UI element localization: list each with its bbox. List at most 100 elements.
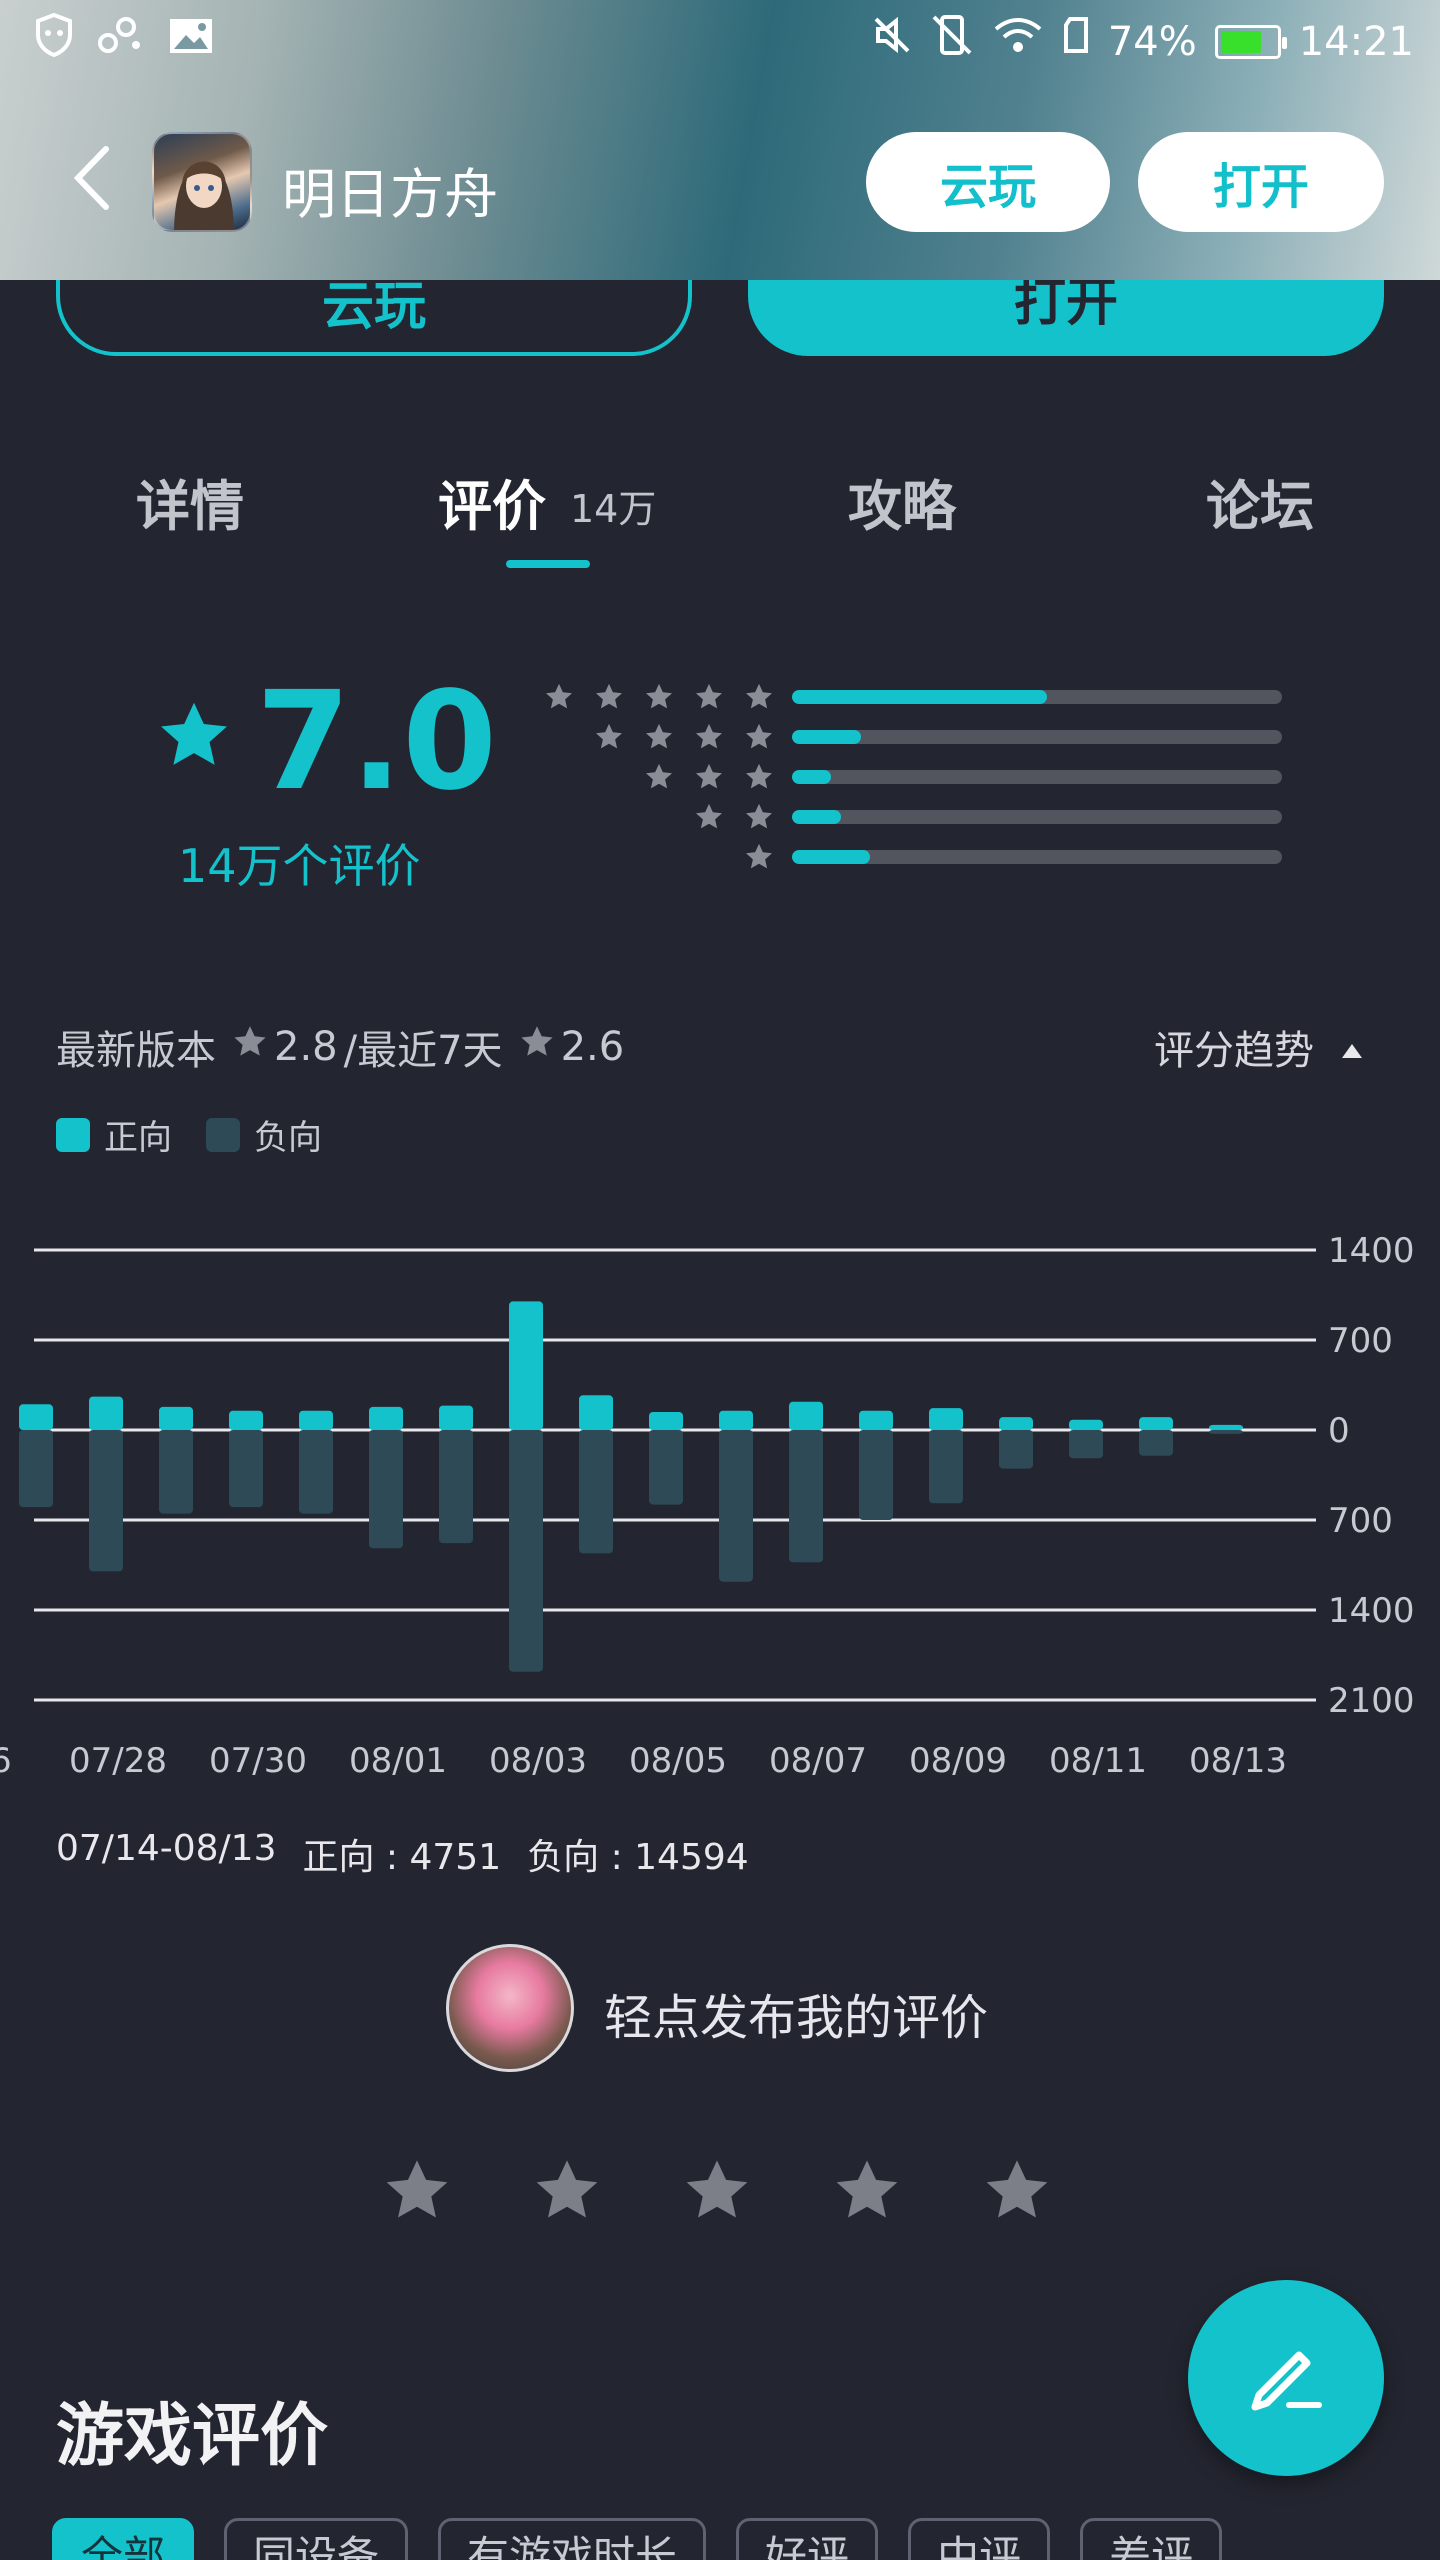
positive-bar <box>579 1395 613 1430</box>
rating-bar-track <box>792 850 1282 864</box>
latest-version-label: 最新版本 <box>56 1028 216 1074</box>
positive-bar <box>649 1412 683 1430</box>
negative-bar <box>229 1430 263 1508</box>
battery-icon <box>1214 25 1287 59</box>
rate-star-icon[interactable] <box>532 2156 602 2226</box>
positive-bar <box>369 1406 403 1430</box>
battery-percent: 74% <box>1107 19 1197 65</box>
section-title: 游戏评价 <box>56 2397 329 2476</box>
link-icon <box>96 14 146 70</box>
y-tick-label: 700 <box>1328 1501 1393 1541</box>
row-stars <box>644 762 774 792</box>
negative-bar <box>719 1430 753 1582</box>
filter-chip[interactable]: 好评 <box>736 2518 879 2560</box>
row-stars <box>744 842 774 872</box>
legend-positive-swatch <box>56 1117 90 1152</box>
summary-negative: 负向 : 14594 <box>527 1837 749 1878</box>
row-stars <box>594 722 774 752</box>
rating-count: 14万个评价 <box>178 839 421 893</box>
legend-negative-label: 负向 <box>254 1118 322 1158</box>
x-tick-label: 26 <box>0 1741 12 1780</box>
row-stars <box>544 682 774 712</box>
star-icon <box>696 803 722 829</box>
sim-icon <box>1062 14 1090 70</box>
filter-chip[interactable]: 差评 <box>1080 2518 1223 2560</box>
x-tick-label: 08/09 <box>909 1741 1007 1780</box>
avatar[interactable] <box>446 1944 574 2072</box>
star-icon <box>646 763 672 789</box>
write-review-button[interactable] <box>1188 2280 1384 2476</box>
tab-guides[interactable]: 攻略 <box>848 462 956 541</box>
positive-bar <box>859 1410 893 1430</box>
x-tick-label: 08/07 <box>769 1741 867 1780</box>
rating-bar-fill <box>792 850 871 864</box>
trend-toggle-button[interactable]: 评分趋势 <box>1154 1018 1364 1076</box>
rate-star-icon[interactable] <box>682 2156 752 2226</box>
filter-chip[interactable]: 有游戏时长 <box>438 2518 707 2560</box>
status-bar-right: 74% 14:21 <box>872 14 1414 70</box>
negative-bar <box>439 1430 473 1544</box>
negative-bar <box>299 1430 333 1514</box>
x-tick-label: 08/01 <box>349 1741 447 1780</box>
star-icon <box>646 723 672 749</box>
back-button[interactable] <box>70 140 130 220</box>
star-icon <box>646 683 672 709</box>
star-icon <box>546 683 572 709</box>
tab-reviews[interactable]: 评价 <box>438 462 546 541</box>
tab-forum[interactable]: 论坛 <box>1206 462 1314 541</box>
filter-chip[interactable]: 全部 <box>52 2518 195 2560</box>
filter-chip[interactable]: 中评 <box>908 2518 1051 2560</box>
positive-bar <box>19 1404 53 1430</box>
positive-bar <box>1069 1419 1103 1430</box>
app-title: 明日方舟 <box>282 163 498 226</box>
star-icon <box>596 683 622 709</box>
image-icon <box>168 14 214 70</box>
post-review-prompt[interactable]: 轻点发布我的评价 <box>604 1978 988 2048</box>
star-icon <box>696 763 722 789</box>
x-tick-label: 08/11 <box>1049 1741 1147 1780</box>
negative-bar <box>859 1430 893 1520</box>
x-tick-label: 07/30 <box>209 1741 307 1780</box>
y-tick-label: 1400 <box>1328 1231 1415 1271</box>
x-tick-label: 07/28 <box>69 1741 167 1780</box>
negative-bar <box>159 1430 193 1514</box>
header-cloud-play-button[interactable]: 云玩 <box>866 132 1110 232</box>
clock: 14:21 <box>1298 19 1414 65</box>
rate-star-icon[interactable] <box>982 2156 1052 2226</box>
tab-details[interactable]: 详情 <box>136 462 244 541</box>
star-icon <box>696 683 722 709</box>
rating-bar-track <box>792 690 1282 704</box>
rate-star-icon[interactable] <box>832 2156 902 2226</box>
y-tick-label: 2100 <box>1328 1681 1415 1721</box>
recent-label: /最近7天 <box>343 1028 503 1074</box>
app-icon <box>152 132 252 232</box>
star-icon <box>746 803 772 829</box>
legend-positive-label: 正向 <box>104 1118 172 1158</box>
y-tick-label: 0 <box>1328 1411 1350 1451</box>
negative-bar <box>999 1430 1033 1469</box>
positive-bar <box>439 1405 473 1430</box>
rating-score: 7.0 <box>256 663 497 821</box>
star-icon <box>746 763 772 789</box>
trend-chart: 1400 700 0 700 1400 2100 26 07/28 07/30 08/01 08/0… <box>0 1231 1415 1780</box>
rating-bar-track <box>792 810 1282 824</box>
rate-star-icon[interactable] <box>382 2156 452 2226</box>
negative-bar <box>579 1430 613 1554</box>
positive-bar <box>1209 1424 1243 1430</box>
positive-bar <box>159 1406 193 1430</box>
rating-distribution-row <box>540 842 1284 872</box>
status-bar-left <box>34 12 214 72</box>
star-icon <box>746 843 772 869</box>
negative-bar <box>509 1430 543 1672</box>
rating-distribution-row <box>540 802 1284 832</box>
rating-distribution-row <box>540 762 1284 792</box>
rating-distribution-row <box>540 682 1284 712</box>
header-open-button[interactable]: 打开 <box>1138 132 1384 232</box>
filter-chip[interactable]: 同设备 <box>224 2518 409 2560</box>
tab-active-indicator <box>506 560 590 568</box>
positive-bar <box>719 1410 753 1430</box>
star-icon <box>519 1024 555 1070</box>
shield-icon <box>34 12 74 72</box>
negative-bar <box>1069 1430 1103 1459</box>
row-stars <box>694 802 774 832</box>
